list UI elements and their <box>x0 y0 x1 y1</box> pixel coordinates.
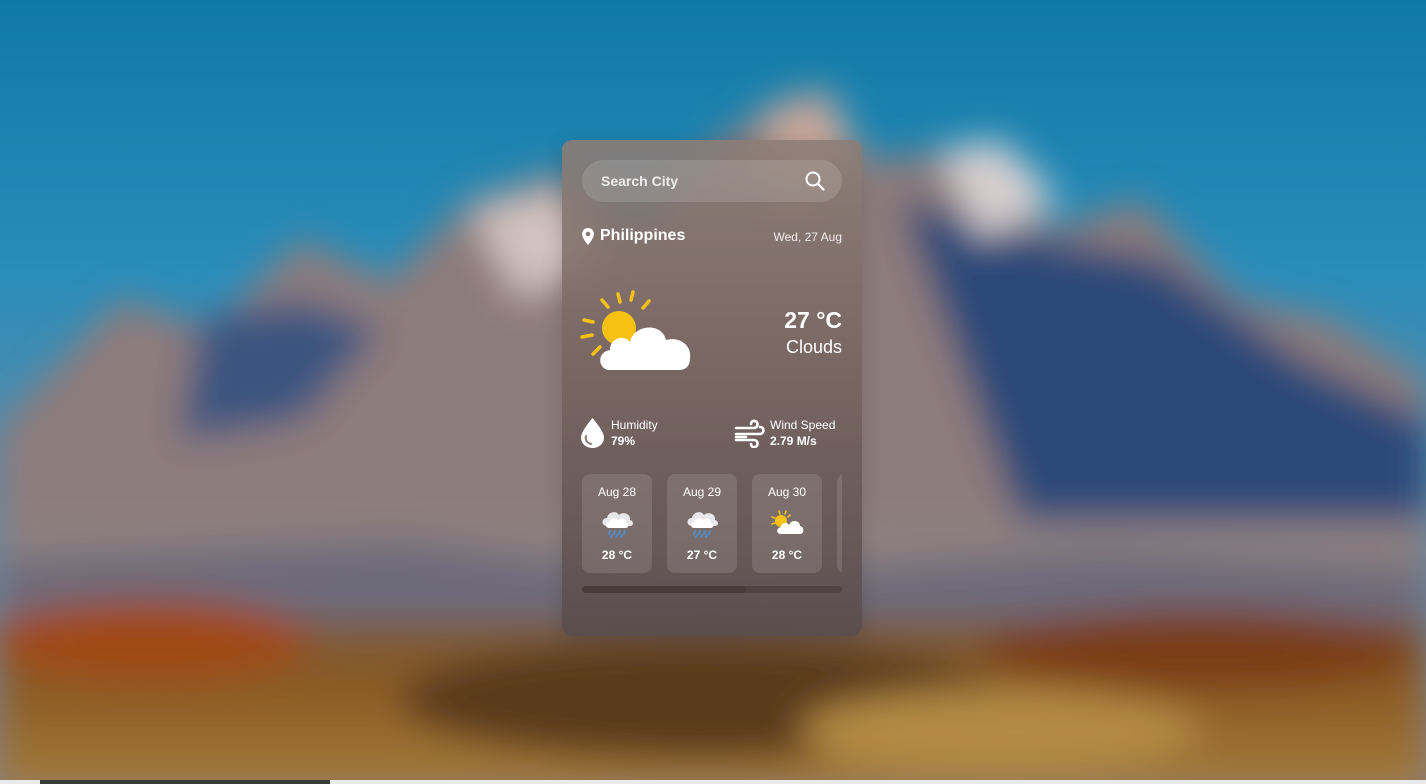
forecast-item[interactable]: Aug 28 28 °C <box>582 474 652 573</box>
forecast-scrollbar[interactable] <box>582 586 842 593</box>
wind-stat: Wind Speed 2.79 M/s <box>734 416 844 452</box>
forecast-temp: 27 °C <box>686 548 718 562</box>
map-pin-icon <box>582 228 594 245</box>
search-bar <box>582 160 842 202</box>
wind-value: 2.79 M/s <box>770 434 817 448</box>
search-icon[interactable] <box>804 170 826 192</box>
rain-cloud-icon <box>684 508 720 538</box>
rain-cloud-icon <box>599 508 635 538</box>
forecast-date: Aug 30 <box>767 485 807 499</box>
current-date: Wed, 27 Aug <box>773 230 843 244</box>
forecast-item[interactable]: Aug 29 27 °C <box>667 474 737 573</box>
forecast-date: Aug 29 <box>682 485 722 499</box>
humidity-stat: Humidity 79% <box>581 416 701 452</box>
search-input[interactable] <box>582 160 792 202</box>
droplet-icon <box>581 418 604 453</box>
wind-label: Wind Speed <box>770 418 836 432</box>
forecast-list[interactable]: Aug 28 28 °C Aug 29 27 °C Aug 30 28 °C <box>582 474 842 574</box>
current-temperature: 27 °C <box>784 307 842 333</box>
humidity-label: Humidity <box>611 418 658 432</box>
wind-icon <box>734 418 766 453</box>
forecast-date: Aug 28 <box>597 485 637 499</box>
current-condition: Clouds <box>785 337 842 357</box>
humidity-value: 79% <box>611 434 636 448</box>
scrollbar-thumb[interactable] <box>582 586 746 593</box>
sun-cloud-icon <box>580 290 702 374</box>
weather-card: Philippines Wed, 27 Aug 27 °C Clouds <box>562 140 862 636</box>
sun-cloud-icon <box>769 508 805 538</box>
forecast-temp: 28 °C <box>601 548 633 562</box>
forecast-item[interactable]: Aug 30 28 °C <box>752 474 822 573</box>
bottom-edge-segment <box>40 780 330 784</box>
forecast-item-partial[interactable] <box>837 474 842 573</box>
forecast-temp: 28 °C <box>771 548 803 562</box>
city-name: Philippines <box>600 227 686 244</box>
location-row: Philippines Wed, 27 Aug <box>582 226 842 248</box>
